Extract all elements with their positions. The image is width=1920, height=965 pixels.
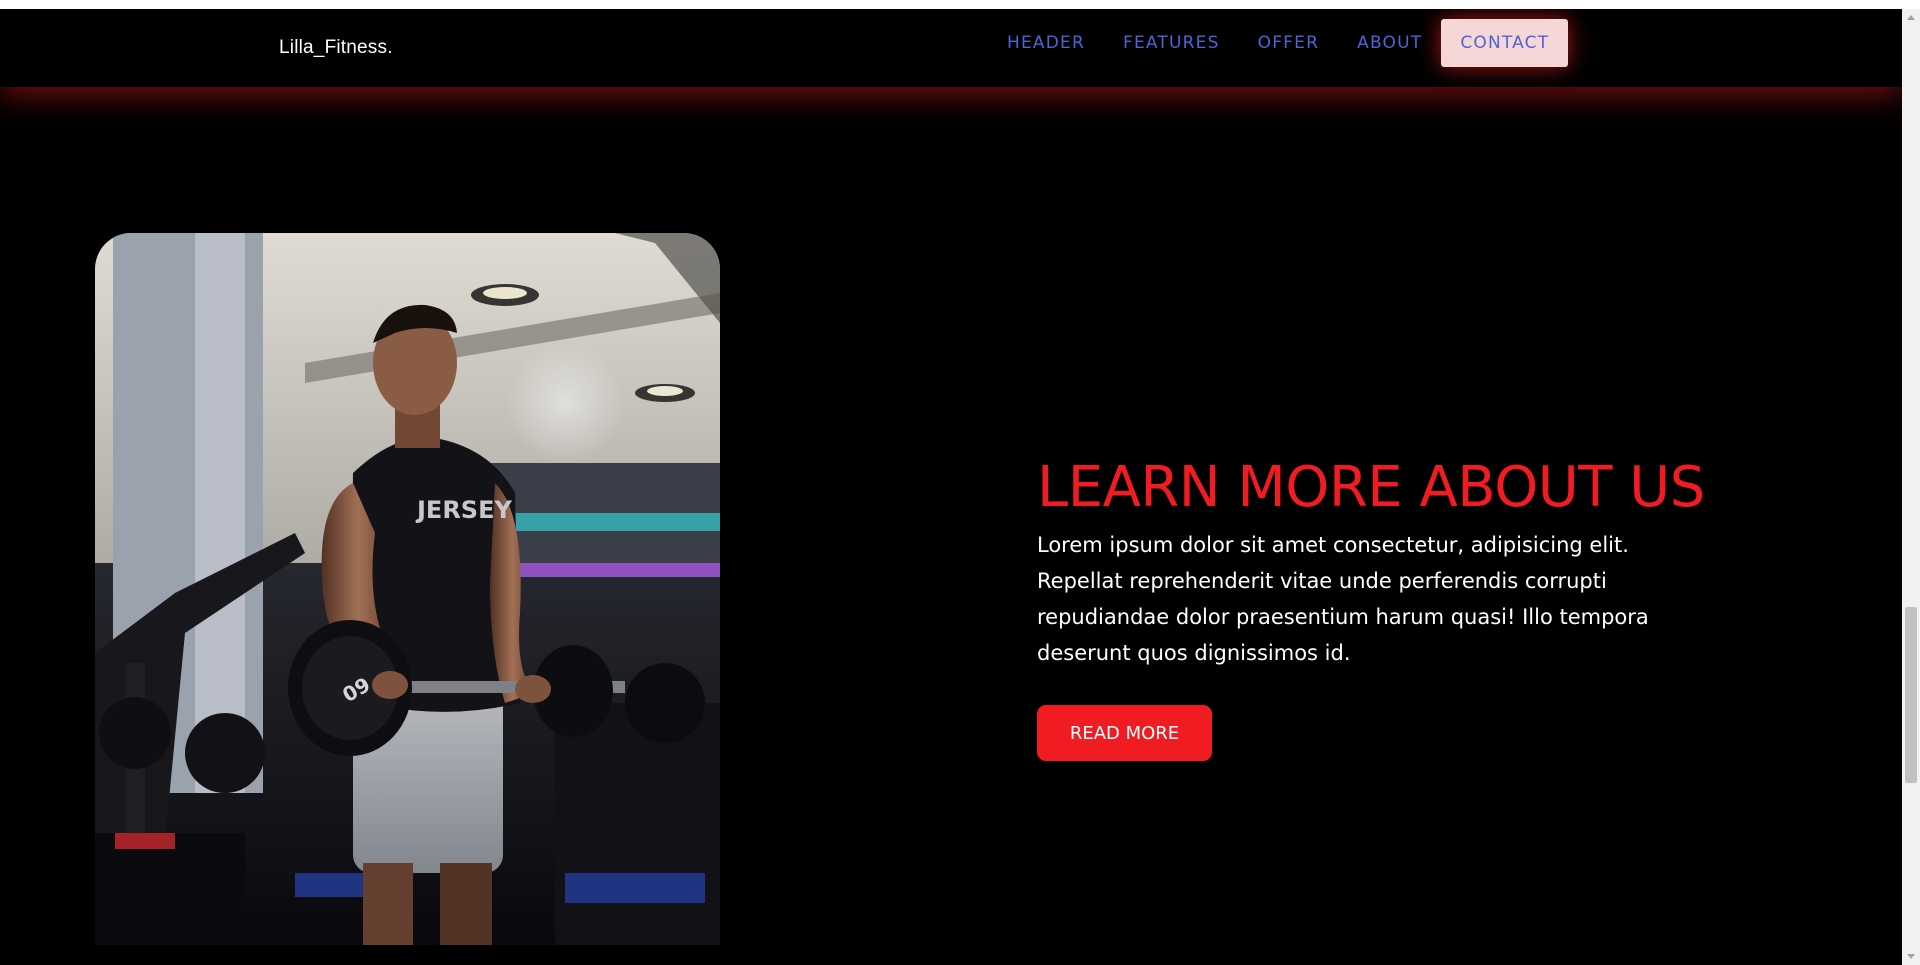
page-viewport: Lilla_Fitness. HEADER FEATURES OFFER ABO…	[0, 9, 1902, 965]
nav-link-offer[interactable]: OFFER	[1239, 19, 1339, 67]
nav-link-contact[interactable]: CONTACT	[1441, 19, 1569, 67]
vertical-scrollbar[interactable]	[1902, 9, 1920, 965]
nav-link-about[interactable]: ABOUT	[1338, 19, 1441, 67]
nav-menu: HEADER FEATURES OFFER ABOUT CONTACT	[988, 13, 1569, 73]
about-description: Lorem ipsum dolor sit amet consectetur, …	[1037, 533, 1649, 665]
about-heading: LEARN MORE ABOUT US	[1037, 455, 1705, 520]
read-more-button[interactable]: READ MORE	[1037, 705, 1212, 761]
scroll-down-icon[interactable]	[1907, 954, 1915, 959]
about-section: LEARN MORE ABOUT US Lorem ipsum dolor si…	[1037, 457, 1727, 671]
brand-logo[interactable]: Lilla_Fitness.	[279, 37, 393, 59]
scrollbar-thumb[interactable]	[1905, 607, 1917, 783]
nav-link-header[interactable]: HEADER	[988, 19, 1104, 67]
gym-photo: JERSEY 60	[95, 233, 720, 945]
scroll-up-icon[interactable]	[1907, 15, 1915, 20]
navbar: Lilla_Fitness. HEADER FEATURES OFFER ABO…	[0, 9, 1902, 87]
nav-link-features[interactable]: FEATURES	[1104, 19, 1239, 67]
